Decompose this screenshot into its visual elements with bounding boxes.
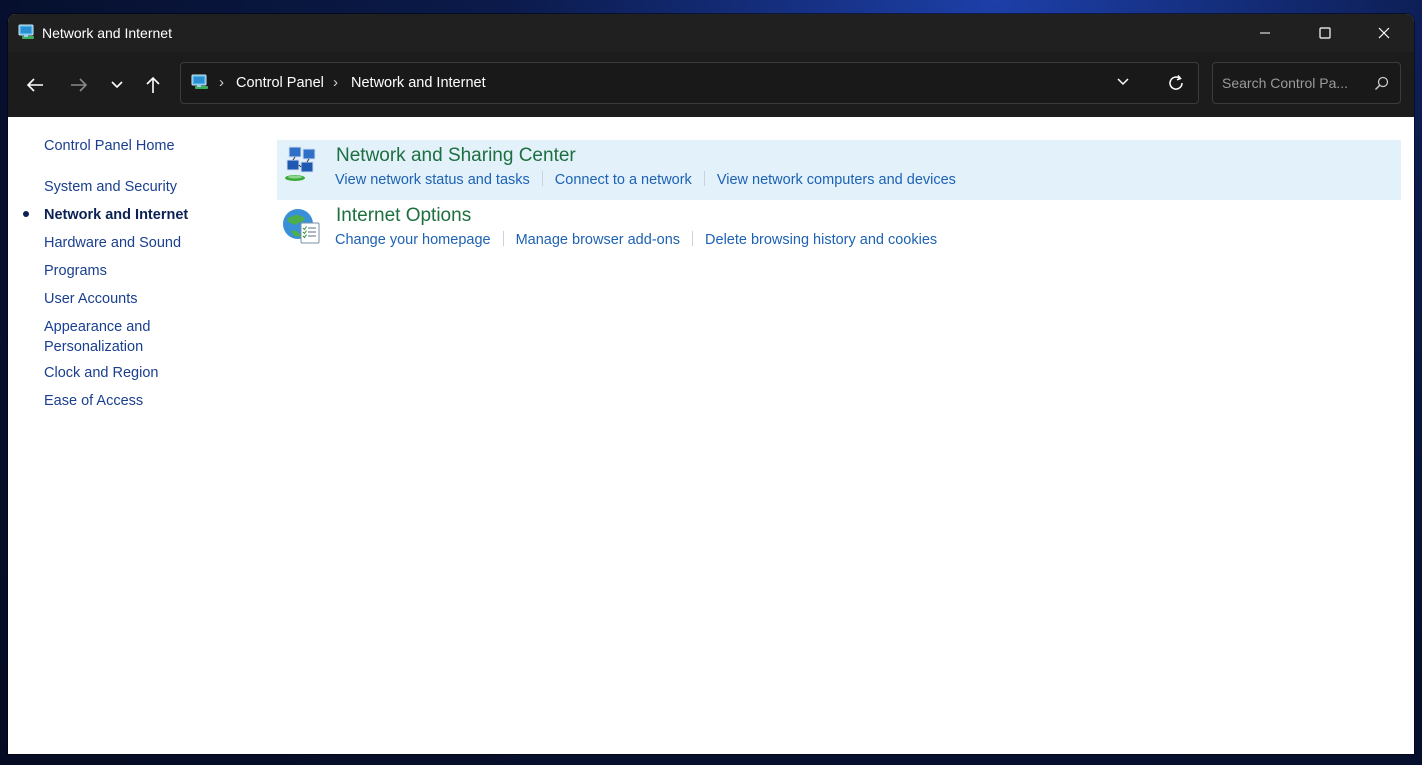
arrow-up-icon	[146, 76, 160, 93]
chevron-down-icon	[1117, 78, 1129, 86]
address-bar[interactable]: › Control Panel › Network and Internet	[180, 62, 1199, 104]
breadcrumb-network-and-internet[interactable]: Network and Internet	[351, 75, 486, 91]
globe-icon	[283, 209, 320, 244]
change-homepage-link[interactable]: Change your homepage	[335, 232, 491, 248]
arrow-left-icon	[26, 78, 43, 92]
control-panel-window: Network and Internet › Control Panel › N…	[8, 14, 1414, 754]
connect-to-network-link[interactable]: Connect to a network	[555, 172, 692, 188]
chevron-down-icon	[111, 81, 123, 89]
link-divider	[692, 231, 694, 246]
sidebar-item-system-and-security[interactable]: System and Security	[44, 177, 177, 197]
active-item-bullet	[23, 211, 29, 217]
link-divider	[703, 171, 705, 186]
category-network-and-sharing-center: Network and Sharing Center View network …	[277, 140, 1401, 200]
maximize-icon	[1319, 27, 1331, 39]
arrow-right-icon	[71, 78, 88, 92]
window-title: Network and Internet	[42, 25, 172, 41]
minimize-button[interactable]	[1236, 14, 1294, 52]
sidebar-item-user-accounts[interactable]: User Accounts	[44, 289, 138, 309]
sidebar-control-panel-home[interactable]: Control Panel Home	[44, 136, 175, 156]
up-button[interactable]	[139, 72, 167, 98]
network-and-sharing-center-link[interactable]: Network and Sharing Center	[336, 145, 576, 167]
close-button[interactable]	[1355, 14, 1413, 52]
network-and-sharing-center-tasks: View network status and tasks Connect to …	[335, 171, 956, 188]
back-button[interactable]	[21, 72, 49, 98]
network-sharing-icon	[285, 146, 316, 181]
refresh-icon	[1169, 75, 1183, 90]
recent-locations-button[interactable]	[103, 72, 131, 98]
internet-options-tasks: Change your homepage Manage browser add-o…	[335, 231, 937, 248]
view-network-status-link[interactable]: View network status and tasks	[335, 172, 530, 188]
minimize-icon	[1260, 32, 1270, 34]
view-network-computers-link[interactable]: View network computers and devices	[717, 172, 956, 188]
search-box[interactable]	[1212, 62, 1401, 104]
category-internet-options: Internet Options Change your homepage Man…	[277, 200, 1401, 260]
forward-button[interactable]	[65, 72, 93, 98]
close-icon	[1378, 27, 1390, 39]
sidebar-item-ease-of-access[interactable]: Ease of Access	[44, 391, 143, 411]
search-input[interactable]	[1222, 74, 1362, 92]
breadcrumb-control-panel[interactable]: Control Panel	[236, 75, 324, 91]
sidebar: Control Panel Home System and Security N…	[8, 117, 270, 754]
search-icon[interactable]	[1374, 76, 1389, 91]
breadcrumb-separator: ›	[219, 74, 224, 91]
sidebar-item-clock-and-region[interactable]: Clock and Region	[44, 363, 158, 383]
link-divider	[541, 171, 543, 186]
manage-browser-addons-link[interactable]: Manage browser add-ons	[516, 232, 680, 248]
maximize-button[interactable]	[1296, 14, 1354, 52]
sidebar-item-programs[interactable]: Programs	[44, 261, 107, 281]
sidebar-item-appearance-and-personalization[interactable]: Appearance and Personalization	[44, 317, 174, 357]
link-divider	[502, 231, 504, 246]
sidebar-item-hardware-and-sound[interactable]: Hardware and Sound	[44, 233, 181, 253]
control-panel-icon	[191, 74, 208, 89]
refresh-button[interactable]	[1166, 73, 1186, 98]
title-bar: Network and Internet	[8, 14, 1414, 52]
delete-browsing-history-link[interactable]: Delete browsing history and cookies	[705, 232, 937, 248]
sidebar-item-network-and-internet[interactable]: Network and Internet	[44, 205, 188, 225]
internet-options-link[interactable]: Internet Options	[336, 205, 471, 227]
control-panel-icon	[18, 24, 34, 39]
breadcrumb-separator: ›	[333, 74, 338, 91]
navigation-toolbar: › Control Panel › Network and Internet	[8, 52, 1414, 117]
address-history-dropdown[interactable]	[1116, 75, 1130, 94]
